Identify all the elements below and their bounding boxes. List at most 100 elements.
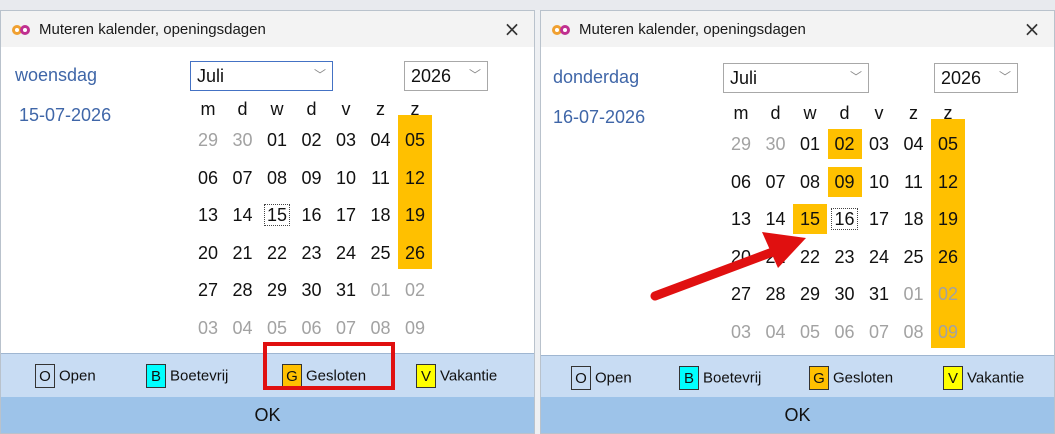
calendar-day[interactable]: 13 (191, 200, 225, 230)
year-select[interactable]: 2026 ﹀ (934, 63, 1018, 93)
calendar-day[interactable]: 29 (724, 129, 758, 159)
month-select[interactable]: Juli ﹀ (723, 63, 869, 93)
calendar-day[interactable]: 17 (329, 200, 363, 230)
calendar-day[interactable]: 22 (260, 238, 294, 268)
calendar-day[interactable]: 30 (295, 275, 329, 305)
calendar-day[interactable]: 28 (226, 275, 260, 305)
legend-boetevrij[interactable]: B Boetevrij (679, 366, 761, 392)
calendar-day[interactable]: 03 (862, 129, 896, 159)
ok-button[interactable]: OK (541, 397, 1054, 433)
calendar-day[interactable]: 12 (931, 167, 965, 197)
calendar-day[interactable]: 17 (862, 204, 896, 234)
calendar-day[interactable]: 24 (862, 242, 896, 272)
calendar-day[interactable]: 14 (759, 204, 793, 234)
calendar-day[interactable]: 03 (724, 317, 758, 347)
calendar-day[interactable]: 09 (931, 317, 965, 347)
calendar-day[interactable]: 24 (329, 238, 363, 268)
calendar-day[interactable]: 20 (724, 242, 758, 272)
calendar-day[interactable]: 02 (931, 279, 965, 309)
close-icon[interactable]: × (490, 11, 534, 47)
year-select[interactable]: 2026 ﹀ (404, 61, 488, 91)
calendar-day[interactable]: 23 (295, 238, 329, 268)
legend-vakantie[interactable]: V Vakantie (943, 366, 1024, 392)
calendar-day[interactable]: 20 (191, 238, 225, 268)
calendar-day[interactable]: 08 (793, 167, 827, 197)
calendar-day[interactable]: 04 (364, 125, 398, 155)
calendar-day[interactable]: 05 (260, 313, 294, 343)
calendar-day[interactable]: 18 (364, 200, 398, 230)
calendar-day[interactable]: 15 (260, 200, 294, 230)
calendar-day[interactable]: 25 (364, 238, 398, 268)
calendar-day[interactable]: 29 (260, 275, 294, 305)
calendar-day[interactable]: 28 (759, 279, 793, 309)
calendar-day[interactable]: 19 (931, 204, 965, 234)
calendar-day[interactable]: 09 (828, 167, 862, 197)
calendar-day[interactable]: 18 (897, 204, 931, 234)
calendar-day[interactable]: 04 (226, 313, 260, 343)
calendar-day[interactable]: 23 (828, 242, 862, 272)
calendar-day[interactable]: 07 (759, 167, 793, 197)
calendar-day[interactable]: 01 (260, 125, 294, 155)
calendar-day[interactable]: 03 (191, 313, 225, 343)
calendar-day[interactable]: 27 (724, 279, 758, 309)
calendar-day[interactable]: 02 (295, 125, 329, 155)
calendar-day[interactable]: 07 (226, 163, 260, 193)
calendar-day[interactable]: 07 (329, 313, 363, 343)
calendar-day[interactable]: 21 (226, 238, 260, 268)
calendar-day[interactable]: 31 (329, 275, 363, 305)
calendar-day[interactable]: 04 (759, 317, 793, 347)
calendar-day[interactable]: 11 (364, 163, 398, 193)
calendar-day[interactable]: 04 (897, 129, 931, 159)
calendar-day[interactable]: 12 (398, 163, 432, 193)
calendar-day[interactable]: 06 (724, 167, 758, 197)
calendar-day[interactable]: 09 (295, 163, 329, 193)
calendar-day[interactable]: 31 (862, 279, 896, 309)
month-select[interactable]: Juli ﹀ (190, 61, 333, 91)
calendar-day[interactable]: 25 (897, 242, 931, 272)
calendar-day[interactable]: 01 (793, 129, 827, 159)
calendar-day[interactable]: 30 (828, 279, 862, 309)
calendar-day[interactable]: 06 (828, 317, 862, 347)
calendar-day[interactable]: 30 (226, 125, 260, 155)
legend-boetevrij[interactable]: B Boetevrij (146, 364, 228, 390)
calendar-day[interactable]: 10 (862, 167, 896, 197)
calendar-day[interactable]: 08 (897, 317, 931, 347)
calendar-day[interactable]: 16 (828, 204, 862, 234)
calendar-day[interactable]: 01 (897, 279, 931, 309)
calendar-day[interactable]: 02 (828, 129, 862, 159)
calendar-day[interactable]: 29 (191, 125, 225, 155)
calendar-day[interactable]: 01 (364, 275, 398, 305)
calendar-day[interactable]: 21 (759, 242, 793, 272)
legend-open[interactable]: O Open (35, 364, 96, 390)
calendar-day[interactable]: 06 (191, 163, 225, 193)
calendar-day[interactable]: 30 (759, 129, 793, 159)
calendar-day[interactable]: 05 (931, 129, 965, 159)
calendar-day[interactable]: 08 (364, 313, 398, 343)
calendar-day[interactable]: 16 (295, 200, 329, 230)
calendar-day[interactable]: 13 (724, 204, 758, 234)
calendar-day[interactable]: 29 (793, 279, 827, 309)
calendar-day[interactable]: 03 (329, 125, 363, 155)
calendar-day[interactable]: 26 (398, 238, 432, 268)
calendar-day[interactable]: 06 (295, 313, 329, 343)
legend-open[interactable]: O Open (571, 366, 632, 392)
calendar-day[interactable]: 02 (398, 275, 432, 305)
legend-gesloten[interactable]: G Gesloten (809, 366, 893, 392)
calendar-day[interactable]: 11 (897, 167, 931, 197)
calendar-day[interactable]: 26 (931, 242, 965, 272)
calendar-day[interactable]: 05 (793, 317, 827, 347)
calendar-day[interactable]: 22 (793, 242, 827, 272)
calendar-day[interactable]: 10 (329, 163, 363, 193)
legend-vakantie[interactable]: V Vakantie (416, 364, 497, 390)
ok-button[interactable]: OK (1, 397, 534, 433)
calendar-day-number: 29 (266, 280, 288, 300)
close-icon[interactable]: × (1010, 11, 1054, 47)
calendar-day[interactable]: 05 (398, 125, 432, 155)
calendar-day[interactable]: 19 (398, 200, 432, 230)
calendar-day[interactable]: 15 (793, 204, 827, 234)
calendar-day[interactable]: 09 (398, 313, 432, 343)
calendar-day[interactable]: 08 (260, 163, 294, 193)
calendar-day[interactable]: 27 (191, 275, 225, 305)
calendar-day[interactable]: 07 (862, 317, 896, 347)
calendar-day[interactable]: 14 (226, 200, 260, 230)
